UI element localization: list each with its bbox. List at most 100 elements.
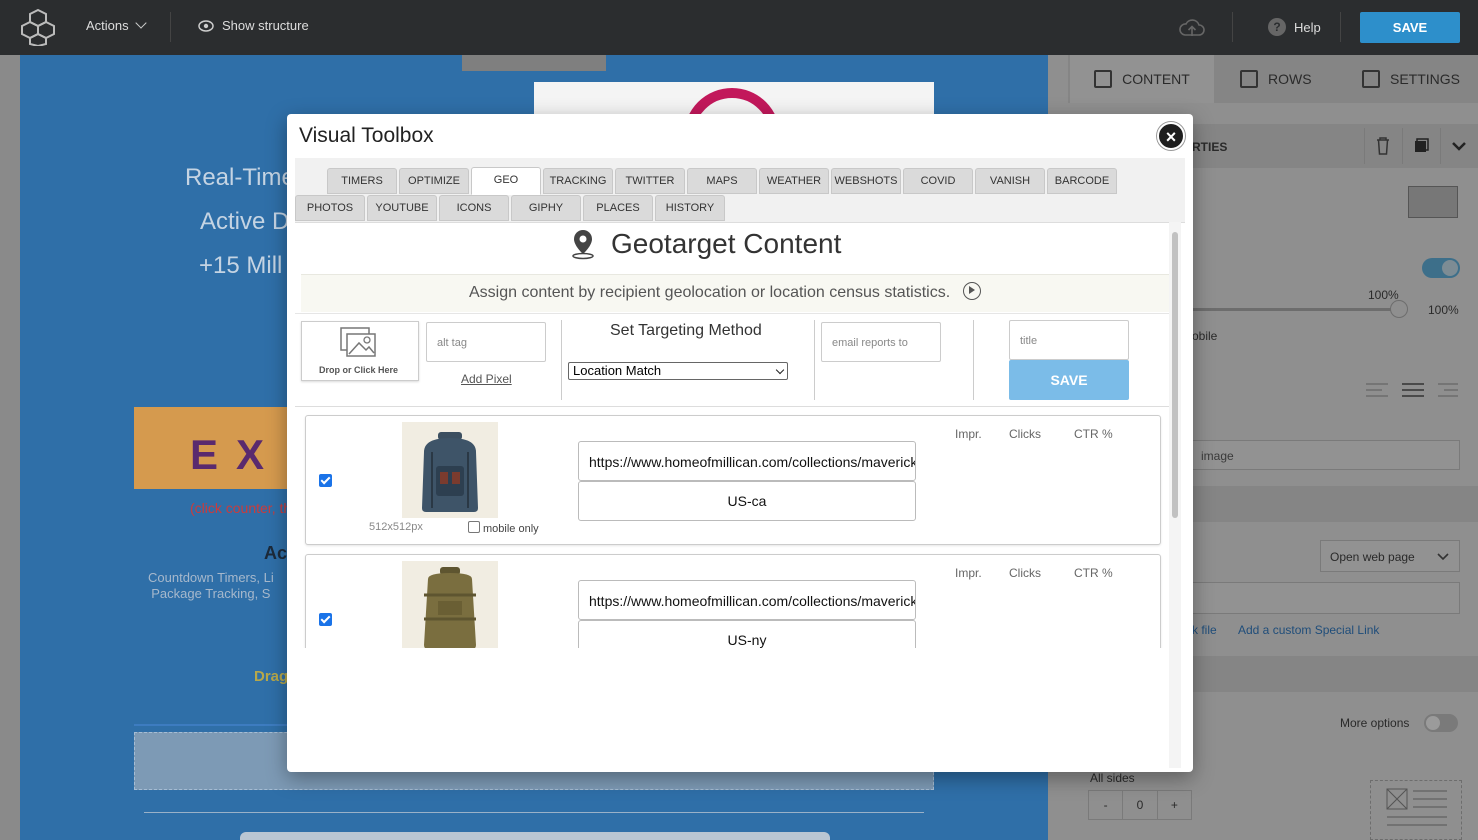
show-structure-label: Show structure [222, 18, 309, 33]
tab-optimize[interactable]: OPTIMIZE [399, 168, 469, 194]
rows-icon [1240, 70, 1258, 88]
ctr-header: CTR % [1074, 427, 1113, 441]
tab-youtube[interactable]: YOUTUBE [367, 195, 437, 221]
canvas-text[interactable]: Active D [200, 208, 289, 236]
canvas-note[interactable]: (click counter, th [190, 500, 291, 516]
app-logo-icon[interactable] [18, 8, 58, 46]
tab-timers[interactable]: TIMERS [327, 168, 397, 194]
item-url-input[interactable]: https://www.homeofmillican.com/collectio… [578, 580, 916, 620]
tab-webshots[interactable]: WEBSHOTS [831, 168, 901, 194]
tab-photos[interactable]: PHOTOS [295, 195, 365, 221]
product-image[interactable] [402, 422, 498, 518]
email-reports-input[interactable]: email reports to [821, 322, 941, 362]
stepper-value[interactable]: 0 [1123, 791, 1158, 819]
properties-label: RTIES [1192, 140, 1228, 154]
cloud-upload-icon[interactable] [1178, 16, 1206, 40]
product-image[interactable] [402, 561, 498, 648]
canvas-paragraph-line: Countdown Timers, Li [148, 570, 274, 585]
tab-weather[interactable]: WEATHER [759, 168, 829, 194]
image-url-field[interactable]: image [1192, 440, 1460, 470]
save-button[interactable]: SAVE [1360, 12, 1460, 43]
add-pixel-link[interactable]: Add Pixel [461, 372, 512, 386]
canvas-text[interactable]: Real-Time [185, 164, 295, 192]
mobile-only-label: mobile only [483, 523, 539, 535]
drag-text[interactable]: Drag [254, 668, 288, 685]
banner-block[interactable]: EX [134, 407, 294, 489]
targeting-value: Location Match [573, 363, 662, 378]
item-geo-input[interactable]: US-ca [578, 481, 916, 521]
tab-icons[interactable]: ICONS [439, 195, 509, 221]
mobile-only-checkbox[interactable] [468, 521, 480, 533]
description-text: Assign content by recipient geolocation … [469, 284, 951, 301]
close-button[interactable]: × [1157, 122, 1185, 150]
action-select[interactable]: Open web page [1320, 540, 1460, 572]
widget-thumbnail[interactable] [1408, 186, 1458, 218]
tab-maps[interactable]: MAPS [687, 168, 757, 194]
save-geo-button[interactable]: SAVE [1009, 360, 1129, 400]
divider [814, 320, 815, 400]
tab-content[interactable]: CONTENT [1070, 55, 1214, 103]
item-checkbox[interactable] [319, 613, 332, 626]
toggle-switch[interactable] [1422, 258, 1460, 278]
image-icon [340, 327, 376, 357]
targeting-method-select[interactable]: Location Match [568, 362, 788, 380]
tab-twitter[interactable]: TWITTER [615, 168, 685, 194]
tab-places[interactable]: PLACES [583, 195, 653, 221]
tab-covid[interactable]: COVID [903, 168, 973, 194]
show-structure-button[interactable]: Show structure [198, 18, 309, 33]
canvas-paragraph[interactable]: Countdown Timers, Li Package Tracking, S [148, 570, 274, 602]
more-options-toggle[interactable] [1424, 714, 1458, 732]
impressions-header: Impr. [955, 427, 982, 441]
canvas-paragraph-line: Package Tracking, S [151, 586, 271, 601]
add-special-link[interactable]: Add a custom Special Link [1238, 623, 1379, 637]
width-slider[interactable] [1192, 308, 1404, 311]
tab-tracking[interactable]: TRACKING [543, 168, 613, 194]
actions-menu[interactable]: Actions [86, 17, 147, 33]
mobile-label: obile [1192, 329, 1218, 343]
link-url-field[interactable] [1192, 582, 1460, 614]
link-file[interactable]: k file [1192, 623, 1217, 637]
tab-barcode[interactable]: BARCODE [1047, 168, 1117, 194]
divider [561, 320, 562, 400]
tab-settings[interactable]: SETTINGS [1362, 70, 1460, 88]
padding-stepper[interactable]: - 0 + [1088, 790, 1192, 820]
collapse-button[interactable] [1440, 128, 1476, 164]
ctr-header: CTR % [1074, 566, 1113, 580]
email-image[interactable] [462, 55, 606, 71]
item-url-input[interactable]: https://www.homeofmillican.com/collectio… [578, 441, 916, 481]
all-sides-label: All sides [1090, 771, 1135, 785]
tab-geo[interactable]: GEO [471, 167, 541, 195]
item-checkbox[interactable] [319, 474, 332, 487]
canvas-text[interactable]: +15 Mill [199, 252, 282, 280]
width-percent: 100% [1368, 288, 1399, 302]
tab-label: ROWS [1268, 71, 1312, 87]
top-toolbar: Actions Show structure ? Help SAVE [0, 0, 1478, 55]
canvas-button-block[interactable] [240, 832, 830, 840]
geotarget-heading: Geotarget Content [611, 228, 842, 259]
decrement-button[interactable]: - [1089, 791, 1124, 819]
play-video-icon[interactable] [963, 282, 981, 300]
slider-handle[interactable] [1390, 300, 1408, 318]
tab-giphy[interactable]: GIPHY [511, 195, 581, 221]
tab-history[interactable]: HISTORY [655, 195, 725, 221]
layout-preview-icon [1370, 780, 1462, 840]
duplicate-button[interactable] [1402, 128, 1438, 164]
tab-vanish[interactable]: VANISH [975, 168, 1045, 194]
delete-button[interactable] [1364, 128, 1400, 164]
grid-icon [1094, 70, 1113, 88]
divider [170, 12, 171, 42]
chevron-down-icon [134, 17, 147, 29]
increment-button[interactable]: + [1158, 791, 1191, 819]
scrollbar-thumb[interactable] [1172, 232, 1178, 518]
title-input[interactable]: title [1009, 320, 1129, 360]
targeting-heading: Set Targeting Method [610, 322, 762, 339]
align-buttons[interactable] [1364, 380, 1460, 400]
canvas-heading[interactable]: Ac [264, 543, 287, 564]
chevron-down-icon [1452, 142, 1466, 151]
more-options-label: More options [1340, 716, 1410, 730]
alt-tag-input[interactable]: alt tag [426, 322, 546, 362]
drop-label: Drop or Click Here [319, 365, 399, 375]
tab-rows[interactable]: ROWS [1240, 70, 1312, 88]
item-geo-input[interactable]: US-ny [578, 620, 916, 648]
help-button[interactable]: ? Help [1268, 18, 1321, 36]
